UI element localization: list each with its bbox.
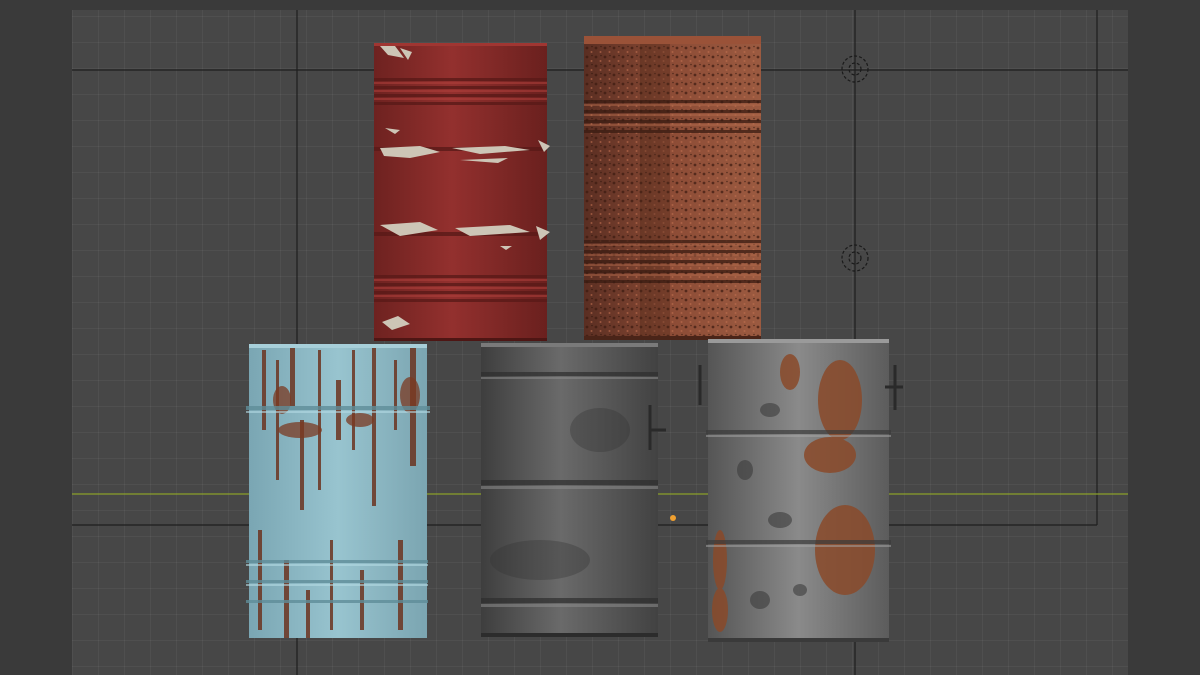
rusted-gray-barrel[interactable]	[698, 339, 903, 642]
origin-point[interactable]	[670, 515, 676, 521]
light-blue-barrel[interactable]	[246, 344, 430, 638]
rusty-barrel[interactable]	[584, 36, 761, 340]
3d-viewport[interactable]	[0, 0, 1200, 675]
dark-gray-barrel[interactable]	[481, 343, 666, 637]
viewport-scene[interactable]	[0, 0, 1200, 675]
red-barrel[interactable]	[374, 43, 550, 341]
